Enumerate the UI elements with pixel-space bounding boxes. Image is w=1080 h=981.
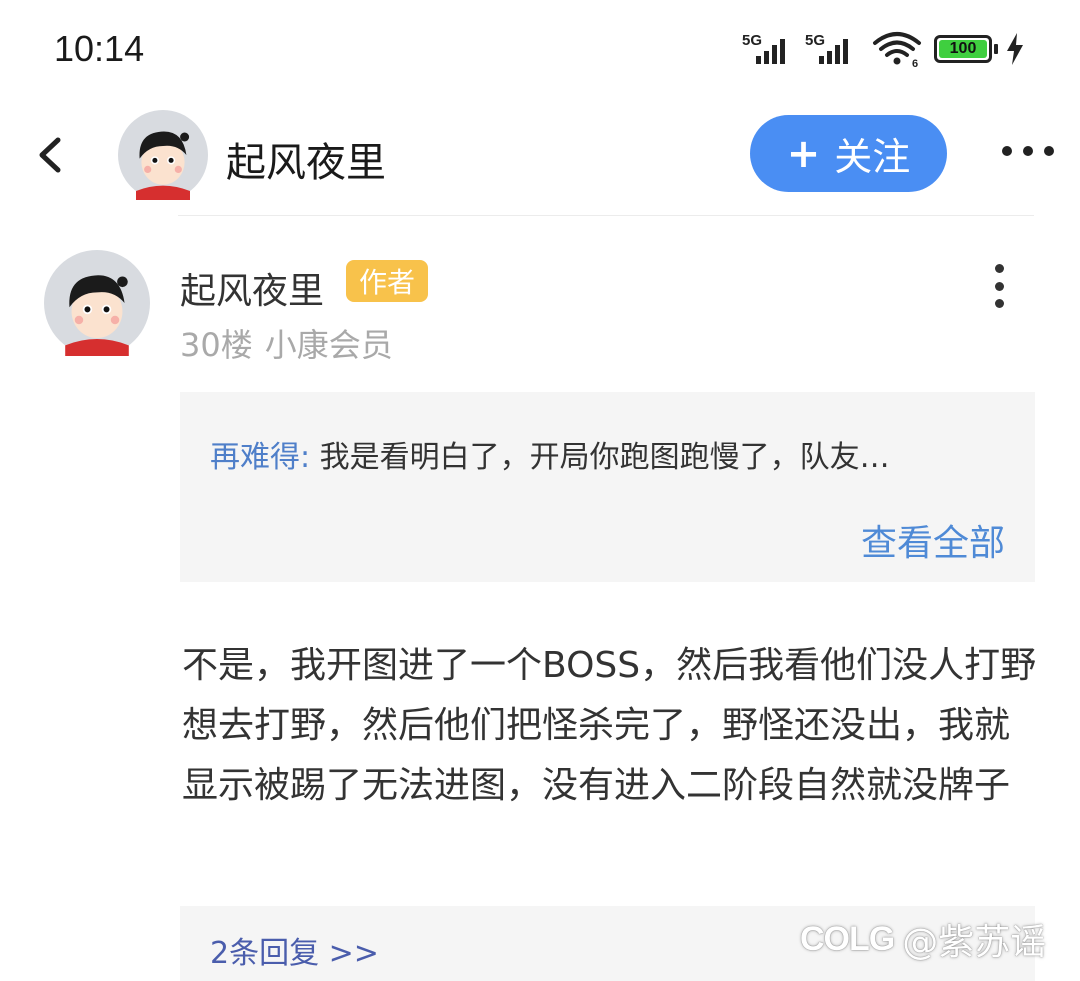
quote-author[interactable]: 再难得: bbox=[210, 440, 310, 475]
member-level: 小康会员 bbox=[264, 326, 393, 364]
quoted-reply[interactable]: 再难得: 我是看明白了，开局你跑图跑慢了，队友… 查看全部 bbox=[180, 392, 1035, 582]
watermark-user: @紫苏谣 bbox=[902, 922, 1047, 963]
post-more-icon[interactable] bbox=[992, 264, 1006, 308]
svg-text:6: 6 bbox=[912, 58, 918, 68]
signal-icon: 5G bbox=[742, 32, 802, 66]
watermark: COLG @紫苏谣 bbox=[800, 914, 1046, 964]
plus-icon: + bbox=[786, 130, 821, 177]
quote-line: 再难得: 我是看明白了，开局你跑图跑慢了，队友… bbox=[210, 432, 890, 476]
author-badge: 作者 bbox=[346, 260, 428, 302]
signal-icon-2: 5G bbox=[805, 32, 865, 66]
status-time: 10:14 bbox=[54, 28, 145, 69]
charging-icon bbox=[1007, 33, 1023, 65]
quote-text: 我是看明白了，开局你跑图跑慢了，队友… bbox=[319, 440, 890, 475]
back-arrow-icon[interactable] bbox=[28, 130, 72, 180]
post-content: 不是，我开图进了一个BOSS，然后我看他们没人打野想去打野，然后他们把怪杀完了，… bbox=[182, 645, 1037, 806]
follow-button[interactable]: + 关注 bbox=[750, 115, 947, 192]
view-all-link[interactable]: 查看全部 bbox=[861, 514, 1005, 566]
floor-number: 30楼 bbox=[180, 326, 253, 364]
header-avatar[interactable] bbox=[118, 110, 208, 200]
battery-nub bbox=[994, 44, 998, 54]
more-options-icon[interactable] bbox=[1002, 146, 1054, 160]
battery-icon: 100 bbox=[934, 35, 992, 63]
header-divider bbox=[178, 215, 1034, 216]
colg-logo: COLG bbox=[800, 919, 895, 958]
author-avatar[interactable] bbox=[44, 250, 150, 356]
replies-link[interactable]: 2条回复 >> bbox=[210, 928, 379, 972]
author-name[interactable]: 起风夜里 bbox=[180, 262, 324, 314]
post-meta: 30楼 小康会员 bbox=[180, 320, 393, 366]
wifi-icon: 6 bbox=[873, 32, 921, 68]
follow-label: 关注 bbox=[834, 135, 911, 179]
top-nav: 起风夜里 + 关注 bbox=[0, 100, 1080, 215]
status-bar: 10:14 5G 5G 6 100 bbox=[0, 0, 1080, 100]
header-title[interactable]: 起风夜里 bbox=[226, 130, 386, 188]
